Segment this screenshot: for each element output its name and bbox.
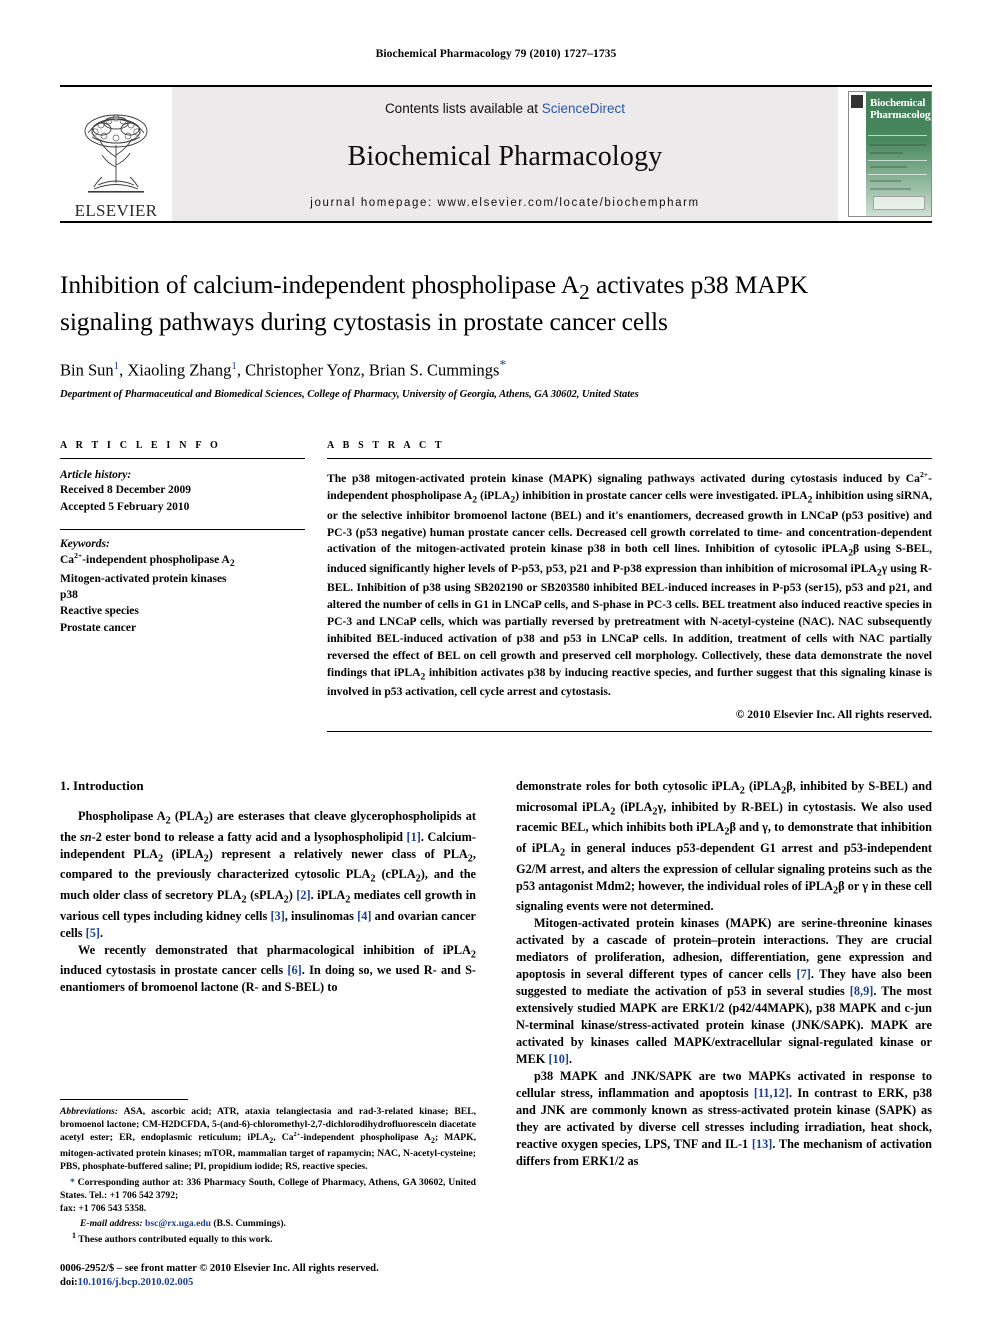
footnote-rule — [60, 1099, 188, 1101]
cover-title: Biochemical Pharmacology — [870, 97, 932, 121]
author-name: Brian S. Cummings — [368, 360, 500, 380]
sciencedirect-link[interactable]: ScienceDirect — [542, 101, 625, 116]
running-head: Biochemical Pharmacology 79 (2010) 1727–… — [375, 48, 617, 60]
body-column-right: demonstrate roles for both cytosolic iPL… — [516, 778, 932, 1290]
footnotes-block: Abbreviations: ASA, ascorbic acid; ATR, … — [60, 1099, 476, 1290]
section-heading-introduction: 1. Introduction — [60, 778, 144, 794]
keyword-item: Ca2+-independent phospholipase A2 — [60, 551, 235, 570]
citation-ref[interactable]: [2] — [296, 888, 310, 902]
keyword-item: Reactive species — [60, 605, 139, 618]
article-info-label: A R T I C L E I N F O — [60, 440, 221, 452]
journal-masthead: ELSEVIER Contents lists available at Sci… — [60, 85, 932, 221]
fax-footnote: fax: +1 706 543 5358. — [60, 1203, 147, 1215]
citation-ref[interactable]: [4] — [357, 909, 371, 923]
received-date: Received 8 December 2009 — [60, 484, 192, 497]
intro-paragraph-3: demonstrate roles for both cytosolic iPL… — [516, 779, 933, 914]
doi-line: doi:10.1016/j.bcp.2010.02.005 — [60, 1276, 194, 1288]
keyword-item: Mitogen-activated protein kinases — [60, 572, 227, 585]
equal-contribution-marker: 1 — [72, 1231, 76, 1241]
intro-paragraph-2: We recently demonstrated that pharmacolo… — [60, 942, 477, 995]
abstract-rule — [327, 458, 932, 460]
article-history-heading: Article history: — [60, 469, 132, 482]
corresponding-author-marker: * — [70, 1177, 75, 1189]
author-list: Bin Sun1, Xiaoling Zhang1, Christopher Y… — [60, 356, 507, 380]
intro-paragraph-1: Phospholipase A2 (PLA2) are esterases th… — [60, 809, 477, 940]
info-abstract-region: A R T I C L E I N F O Article history: R… — [60, 440, 933, 733]
email-label: E-mail address: — [80, 1218, 143, 1230]
masthead-center: Contents lists available at ScienceDirec… — [172, 87, 838, 221]
accepted-date: Accepted 5 February 2010 — [60, 500, 190, 513]
cover-elsevier-mark-icon — [851, 95, 863, 108]
citation-ref[interactable]: [11,12] — [754, 1086, 789, 1100]
keyword-item: p38 — [60, 589, 78, 602]
elsevier-wordmark: ELSEVIER — [74, 201, 158, 220]
article-info-rule — [60, 458, 305, 460]
citation-ref[interactable]: [6] — [287, 963, 301, 977]
citation-ref[interactable]: [3] — [270, 909, 284, 923]
contents-prefix-text: Contents lists available at — [384, 101, 542, 116]
page-title: Inhibition of calcium-independent phosph… — [60, 270, 809, 337]
keyword-item: Prostate cancer — [60, 621, 137, 634]
intro-paragraph-5: p38 MAPK and JNK/SAPK are two MAPKs acti… — [516, 1068, 933, 1168]
abstract-label: A B S T R A C T — [327, 440, 445, 452]
doi-link[interactable]: 10.1016/j.bcp.2010.02.005 — [78, 1277, 194, 1288]
equal-contribution-footnote: 1 These authors contributed equally to t… — [72, 1231, 273, 1246]
keywords-block: Keywords: Ca2+-independent phospholipase… — [60, 529, 305, 636]
article-page: Biochemical Pharmacology 79 (2010) 1727–… — [0, 0, 992, 1323]
keywords-rule — [60, 529, 305, 531]
citation-ref[interactable]: [1] — [407, 830, 421, 844]
email-footnote: E-mail address: bsc@rx.uga.edu (B.S. Cum… — [80, 1218, 286, 1230]
affiliation: Department of Pharmaceutical and Biomedi… — [60, 389, 639, 401]
journal-title: Biochemical Pharmacology — [347, 140, 663, 172]
author-name: Bin Sun — [60, 360, 114, 380]
elsevier-logo: ELSEVIER — [60, 87, 172, 221]
corresponding-author-footnote: * Corresponding author at: 336 Pharmacy … — [60, 1177, 477, 1202]
journal-cover-thumbnail: Biochemical Pharmacology — [848, 91, 932, 217]
masthead-bottom-rule — [60, 221, 932, 223]
abbreviations-label: Abbreviations: — [60, 1106, 119, 1118]
abstract-column: A B S T R A C T The p38 mitogen-activate… — [327, 440, 933, 733]
abstract-copyright: © 2010 Elsevier Inc. All rights reserved… — [735, 708, 932, 722]
citation-ref[interactable]: [10] — [548, 1052, 569, 1066]
title-block: Inhibition of calcium-independent phosph… — [60, 269, 932, 400]
citation-ref[interactable]: [8,9] — [850, 984, 874, 998]
citation-ref[interactable]: [7] — [797, 967, 811, 981]
author-name: Christopher Yonz — [245, 360, 361, 380]
issn-line: 0006-2952/$ – see front matter © 2010 El… — [60, 1262, 379, 1274]
abstract-bottom-rule — [327, 731, 932, 733]
journal-homepage-link[interactable]: journal homepage: www.elsevier.com/locat… — [310, 197, 699, 209]
issn-copyright-block: 0006-2952/$ – see front matter © 2010 El… — [60, 1262, 476, 1291]
body-columns: 1. Introduction Phospholipase A2 (PLA2) … — [60, 778, 932, 1290]
author-name: Xiaoling Zhang — [127, 360, 232, 380]
elsevier-tree-icon — [84, 114, 148, 193]
keywords-heading: Keywords: — [60, 538, 110, 551]
citation-ref[interactable]: [13] — [752, 1137, 773, 1151]
citation-ref[interactable]: [5] — [86, 926, 100, 940]
abbreviations-footnote: Abbreviations: ASA, ascorbic acid; ATR, … — [60, 1106, 476, 1173]
abstract-text: The p38 mitogen-activated protein kinase… — [327, 470, 933, 699]
cover-sciencedirect-badge — [873, 196, 925, 210]
email-link[interactable]: bsc@rx.uga.edu — [145, 1218, 211, 1229]
intro-paragraph-4: Mitogen-activated protein kinases (MAPK)… — [516, 916, 932, 1066]
contents-available-line: Contents lists available at ScienceDirec… — [385, 101, 625, 116]
body-column-left: 1. Introduction Phospholipase A2 (PLA2) … — [60, 778, 476, 1290]
article-info-column: A R T I C L E I N F O Article history: R… — [60, 440, 305, 732]
